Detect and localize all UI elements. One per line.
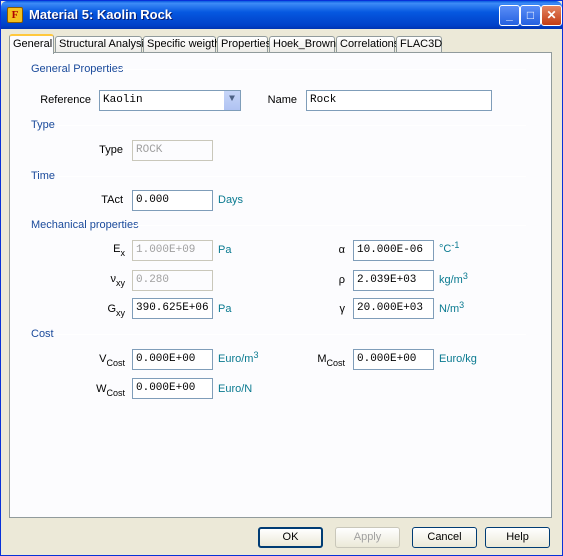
- wcost-unit: Euro/N: [218, 383, 253, 395]
- mcost-input[interactable]: 0.000E+00: [353, 349, 434, 370]
- close-icon[interactable]: ✕: [541, 5, 562, 26]
- apply-button[interactable]: Apply: [335, 527, 400, 548]
- alpha-label: α: [338, 244, 345, 256]
- section-cost: Cost: [31, 328, 54, 340]
- ex-unit: Pa: [218, 244, 232, 256]
- title-bar[interactable]: F Material 5: Kaolin Rock _ □ ✕: [1, 1, 562, 29]
- section-time: Time: [31, 170, 56, 182]
- vcost-unit: Euro/m3: [218, 350, 259, 365]
- divider: [58, 125, 526, 126]
- wcost-label: WCost: [96, 383, 125, 398]
- dialog-window: F Material 5: Kaolin Rock _ □ ✕ General …: [0, 0, 563, 556]
- tact-unit: Days: [218, 194, 244, 206]
- tab-correlations[interactable]: Correlations: [336, 36, 399, 53]
- section-type: Type: [31, 119, 55, 131]
- type-field: ROCK: [132, 140, 213, 161]
- divider: [132, 225, 526, 226]
- type-label: Type: [99, 144, 123, 156]
- tab-flac3d[interactable]: FLAC3D: [396, 36, 442, 53]
- wcost-input[interactable]: 0.000E+00: [132, 378, 213, 399]
- vcost-input[interactable]: 0.000E+00: [132, 349, 213, 370]
- minimize-icon[interactable]: _: [499, 5, 520, 26]
- rho-label: ρ: [338, 274, 345, 286]
- gxy-input[interactable]: 390.625E+06: [132, 298, 213, 319]
- alpha-unit: °C-1: [439, 240, 460, 255]
- vxy-field: 0.280: [132, 270, 213, 291]
- alpha-input[interactable]: 10.000E-06: [353, 240, 434, 261]
- tab-structural-analysis[interactable]: Structural Analysis: [55, 36, 149, 53]
- cancel-button[interactable]: Cancel: [412, 527, 477, 548]
- gxy-label: Gxy: [107, 303, 125, 318]
- ok-button[interactable]: OK: [258, 527, 323, 548]
- name-input[interactable]: Rock: [306, 90, 492, 111]
- maximize-icon[interactable]: □: [520, 5, 541, 26]
- app-logo-icon: F: [7, 7, 23, 23]
- mcost-label: MCost: [317, 353, 345, 368]
- reference-dropdown[interactable]: Kaolin ▼: [99, 90, 241, 111]
- chevron-down-icon[interactable]: ▼: [223, 91, 240, 110]
- reference-label: Reference: [40, 94, 91, 106]
- divider: [58, 176, 526, 177]
- gamma-unit: N/m3: [439, 300, 465, 315]
- tab-specific-weigth[interactable]: Specific weigth: [143, 36, 220, 53]
- vcost-label: VCost: [99, 353, 125, 368]
- ex-label: Ex: [113, 243, 125, 258]
- section-general-properties: General Properties: [31, 63, 124, 75]
- rho-input[interactable]: 2.039E+03: [353, 270, 434, 291]
- help-button[interactable]: Help: [485, 527, 550, 548]
- name-label: Name: [267, 94, 297, 106]
- divider: [116, 69, 526, 70]
- ex-field: 1.000E+09: [132, 240, 213, 261]
- gamma-input[interactable]: 20.000E+03: [353, 298, 434, 319]
- vxy-label: νxy: [110, 273, 126, 288]
- window-title: Material 5: Kaolin Rock: [29, 7, 173, 22]
- tact-input[interactable]: 0.000: [132, 190, 213, 211]
- mcost-unit: Euro/kg: [439, 353, 477, 365]
- gxy-unit: Pa: [218, 303, 232, 315]
- gamma-label: γ: [339, 303, 346, 315]
- tab-general[interactable]: General: [9, 34, 54, 54]
- rho-unit: kg/m3: [439, 271, 468, 286]
- reference-value: Kaolin: [103, 94, 143, 106]
- tab-hoek-brown[interactable]: Hoek_Brown: [269, 36, 336, 53]
- tab-panel-general: General Properties Reference Kaolin ▼ Na…: [9, 52, 552, 518]
- tact-label: TAct: [101, 194, 123, 206]
- section-mechanical-properties: Mechanical properties: [31, 219, 139, 231]
- tab-properties[interactable]: Properties: [217, 36, 271, 53]
- divider: [56, 334, 526, 335]
